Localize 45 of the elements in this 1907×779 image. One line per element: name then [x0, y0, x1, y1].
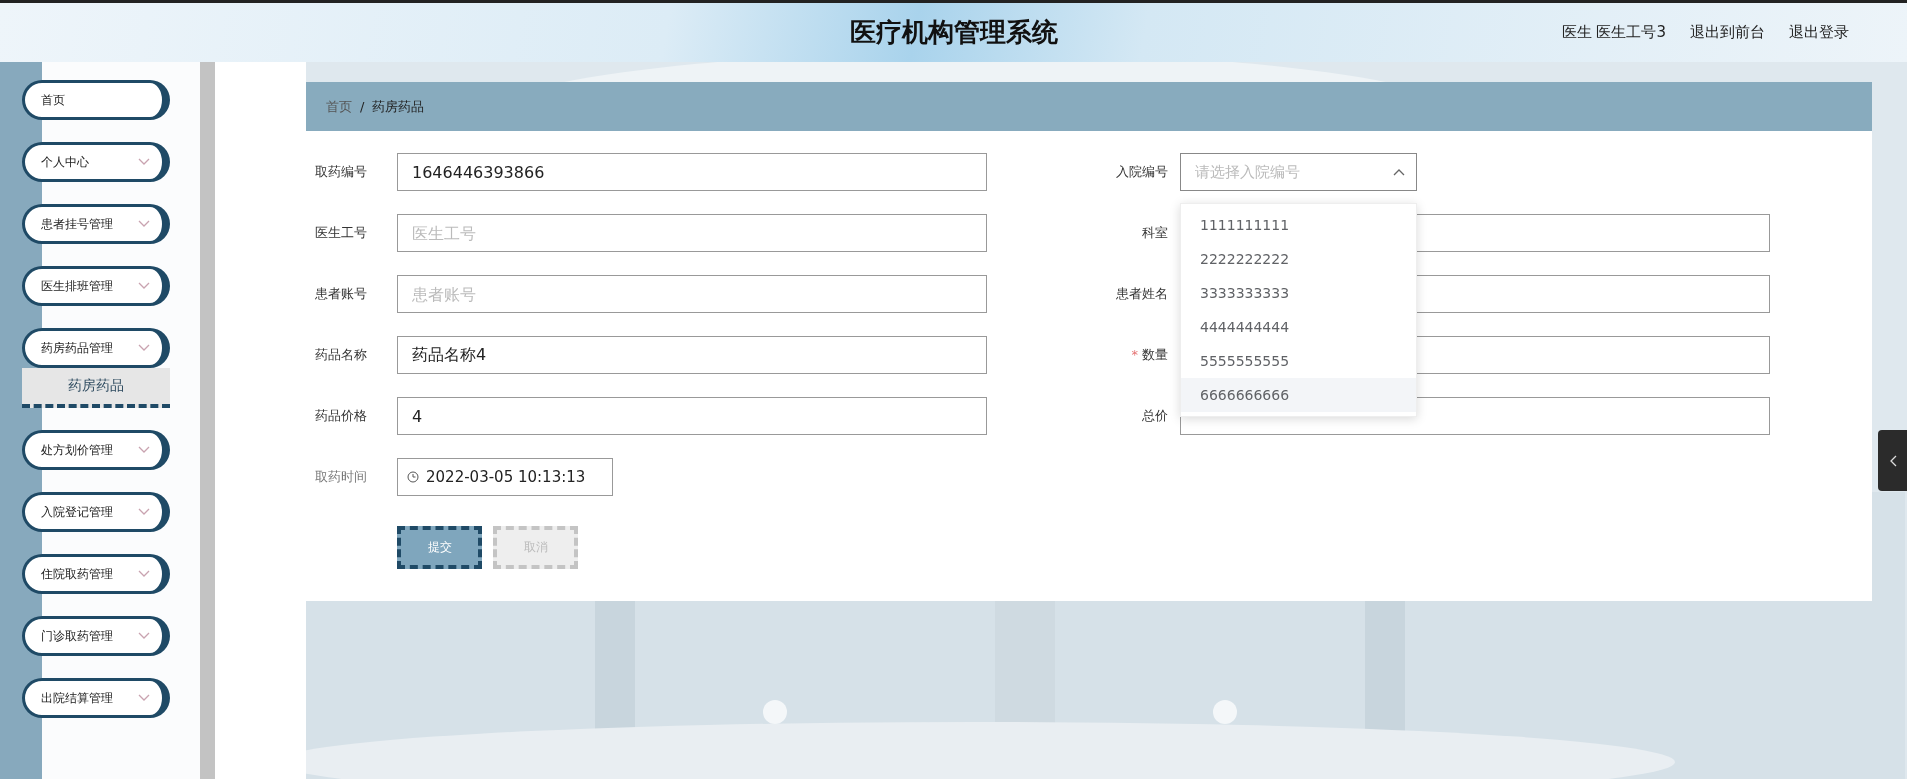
field-label: 科室: [1142, 225, 1168, 240]
input-field[interactable]: 药品名称4: [397, 336, 987, 374]
menu-item[interactable]: 处方划价管理: [22, 430, 170, 470]
chevron-icon: [1888, 454, 1897, 467]
menu-item[interactable]: 药房药品管理: [22, 328, 170, 368]
dropdown-option[interactable]: 5555555555: [1181, 344, 1416, 378]
breadcrumb-separator: /: [360, 99, 365, 114]
header-link[interactable]: 退出登录: [1789, 23, 1849, 42]
field-label: 取药时间: [315, 469, 367, 484]
field-label: 患者姓名: [1116, 286, 1168, 301]
side-tab[interactable]: [1878, 430, 1907, 491]
input-field[interactable]: 1646446393866: [397, 153, 987, 191]
menu-item[interactable]: 出院结算管理: [22, 678, 170, 718]
dropdown-option[interactable]: 2222222222: [1181, 242, 1416, 276]
dropdown-option[interactable]: 6666666666: [1181, 378, 1416, 412]
dropdown-option[interactable]: 1111111111: [1181, 208, 1416, 242]
dropdown-option[interactable]: 4444444444: [1181, 310, 1416, 344]
app-title: 医疗机构管理系统: [849, 16, 1058, 49]
clock-icon: [407, 471, 419, 483]
field-label: 患者账号: [315, 286, 367, 301]
header-link[interactable]: 退出到前台: [1690, 23, 1765, 42]
field-label: 医生工号: [315, 225, 367, 240]
submenu-item[interactable]: 药房药品: [22, 368, 170, 408]
field-label: 取药编号: [315, 164, 367, 179]
header-link[interactable]: 医生 医生工号3: [1561, 23, 1666, 42]
field-label: 总价: [1142, 408, 1168, 423]
required-mark: *: [1131, 347, 1138, 362]
field-label: 入院编号: [1116, 164, 1168, 179]
input-field[interactable]: 医生工号: [397, 214, 987, 252]
field-label: 数量: [1142, 347, 1168, 362]
menu-item[interactable]: 住院取药管理: [22, 554, 170, 594]
menu-item[interactable]: 门诊取药管理: [22, 616, 170, 656]
menu-item[interactable]: 个人中心: [22, 142, 170, 182]
field-label: 药品价格: [315, 408, 367, 423]
menu-item[interactable]: 首页: [22, 80, 170, 120]
menu-item[interactable]: 患者挂号管理: [22, 204, 170, 244]
select-field[interactable]: 请选择入院编号: [1180, 153, 1417, 191]
field-label: 药品名称: [315, 347, 367, 362]
breadcrumb-current: 药房药品: [372, 97, 425, 116]
datetime-field[interactable]: 2022-03-05 10:13:13: [397, 458, 613, 496]
input-field[interactable]: 4: [397, 397, 987, 435]
input-field[interactable]: 患者账号: [397, 275, 987, 313]
menu-item[interactable]: 入院登记管理: [22, 492, 170, 532]
menu-item[interactable]: 医生排班管理: [22, 266, 170, 306]
dropdown-option[interactable]: 3333333333: [1181, 276, 1416, 310]
